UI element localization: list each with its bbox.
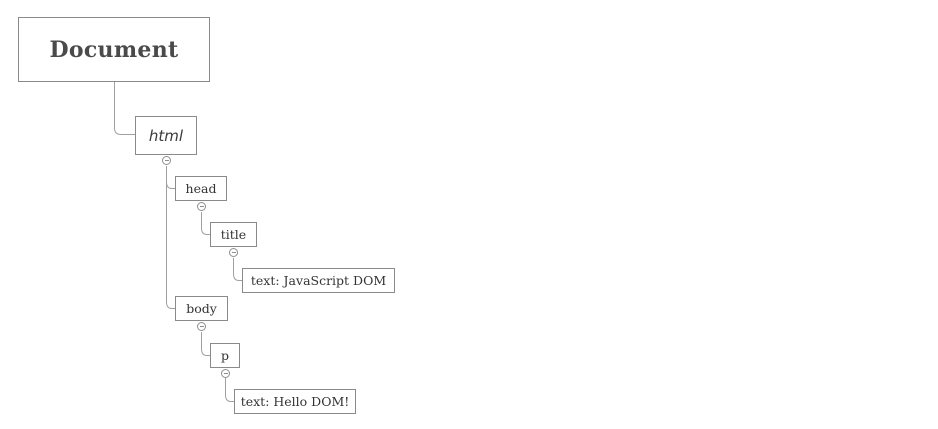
connector-head-title bbox=[201, 212, 210, 235]
connector-title-text bbox=[233, 258, 242, 281]
connector-body-p bbox=[201, 332, 210, 356]
dom-tree-diagram: Document html head title text: JavaScrip… bbox=[0, 0, 938, 429]
head-collapse-icon[interactable] bbox=[197, 202, 206, 211]
p-text-node-label: text: Hello DOM! bbox=[240, 394, 350, 409]
html-node-label: html bbox=[148, 126, 184, 145]
connector-html-head bbox=[166, 166, 175, 189]
head-node-label: head bbox=[185, 181, 217, 196]
document-node-label: Document bbox=[49, 36, 179, 63]
p-collapse-icon[interactable] bbox=[221, 369, 230, 378]
html-node[interactable]: html bbox=[135, 116, 197, 155]
body-node-label: body bbox=[186, 301, 217, 316]
head-node[interactable]: head bbox=[175, 176, 227, 201]
p-node-label: p bbox=[220, 348, 229, 363]
connector-p-text bbox=[225, 378, 234, 402]
title-collapse-icon[interactable] bbox=[229, 248, 238, 257]
connector-document-html bbox=[114, 82, 135, 135]
title-node[interactable]: title bbox=[210, 222, 257, 247]
document-node[interactable]: Document bbox=[18, 17, 210, 82]
title-node-label: title bbox=[220, 227, 247, 242]
body-node[interactable]: body bbox=[175, 296, 228, 321]
body-collapse-icon[interactable] bbox=[197, 322, 206, 331]
html-collapse-icon[interactable] bbox=[162, 156, 171, 165]
p-text-node[interactable]: text: Hello DOM! bbox=[234, 389, 356, 414]
title-text-node[interactable]: text: JavaScript DOM bbox=[242, 268, 395, 293]
p-node[interactable]: p bbox=[210, 343, 240, 368]
title-text-node-label: text: JavaScript DOM bbox=[250, 273, 387, 288]
